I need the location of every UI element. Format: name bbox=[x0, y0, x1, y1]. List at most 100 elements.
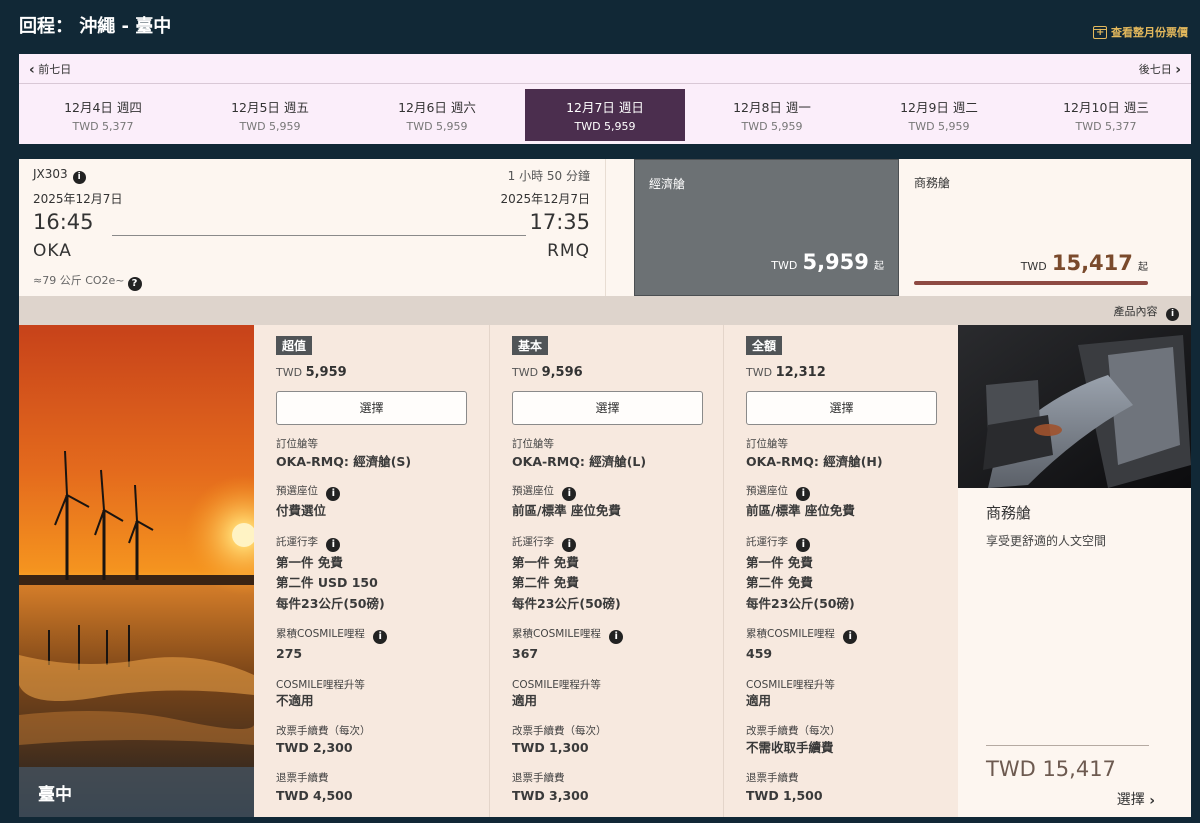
next-week-label: 後七日 bbox=[1138, 63, 1172, 76]
arrival-airport: RMQ bbox=[547, 241, 590, 261]
upgrade-label: COSMILE哩程升等 bbox=[276, 679, 365, 691]
product-info-link[interactable]: 產品內容 i bbox=[1113, 303, 1179, 321]
question-icon[interactable]: ? bbox=[127, 277, 142, 291]
price-amount: 5,959 bbox=[802, 250, 869, 274]
economy-cabin-option[interactable]: 經濟艙 TWD 5,959 起 bbox=[634, 159, 899, 296]
miles-value: 275 bbox=[276, 646, 303, 661]
info-icon[interactable]: i bbox=[796, 538, 811, 552]
business-seat-image bbox=[958, 325, 1191, 488]
fare-column-super-value: 超值 TWD 5,959 選擇 訂位艙等 OKA-RMQ: 經濟艙(S) 預選座… bbox=[254, 325, 489, 817]
date-label: 12月7日 週日 bbox=[566, 100, 644, 115]
arrival-date: 2025年12月7日 bbox=[500, 192, 590, 206]
business-select-link[interactable]: 選擇 › bbox=[1117, 789, 1155, 809]
business-seat-picture bbox=[958, 325, 1191, 488]
date-tab[interactable]: 12月10日 週三 TWD 5,377 bbox=[1026, 89, 1186, 141]
monthly-fares-link[interactable]: 查看整月份票價 bbox=[1093, 24, 1188, 40]
prev-week-button[interactable]: ‹ 前七日 bbox=[29, 61, 71, 78]
date-price: TWD 5,959 bbox=[908, 120, 970, 133]
change-fee-value: TWD 2,300 bbox=[276, 740, 353, 755]
baggage-second: 第二件 免費 bbox=[512, 575, 579, 590]
date-tab[interactable]: 12月4日 週四 TWD 5,377 bbox=[23, 89, 183, 141]
upgrade-label: COSMILE哩程升等 bbox=[512, 679, 601, 691]
miles-label: 累積COSMILE哩程 i bbox=[276, 626, 388, 644]
monthly-fares-label: 查看整月份票價 bbox=[1111, 26, 1188, 39]
fare-price: TWD 12,312 bbox=[746, 365, 826, 380]
date-label: 12月6日 週六 bbox=[398, 100, 476, 115]
baggage-label: 託運行李 i bbox=[746, 534, 811, 552]
baggage-allowance: 每件23公斤(50磅) bbox=[746, 596, 855, 611]
seat-value: 前區/標準 座位免費 bbox=[746, 503, 855, 518]
divider bbox=[986, 745, 1149, 746]
info-icon[interactable]: i bbox=[72, 171, 86, 184]
date-tab[interactable]: 12月5日 週五 TWD 5,959 bbox=[190, 89, 350, 141]
select-fare-button[interactable]: 選擇 bbox=[746, 391, 937, 425]
seat-label-text: 預選座位 bbox=[512, 485, 554, 497]
business-promo-price: TWD 15,417 bbox=[986, 757, 1116, 781]
refund-fee-label: 退票手續費 bbox=[276, 772, 329, 784]
booking-class-label: 訂位艙等 bbox=[276, 438, 318, 450]
price-amount: 12,312 bbox=[775, 365, 826, 380]
info-icon[interactable]: i bbox=[796, 487, 811, 501]
date-price: TWD 5,377 bbox=[1075, 120, 1137, 133]
refund-fee-value: TWD 1,500 bbox=[746, 788, 823, 803]
booking-class-label: 訂位艙等 bbox=[746, 438, 788, 450]
seat-label: 預選座位 i bbox=[746, 483, 811, 501]
info-icon[interactable]: i bbox=[562, 487, 577, 501]
info-icon[interactable]: i bbox=[326, 487, 341, 501]
date-label: 12月9日 週二 bbox=[900, 100, 978, 115]
top-bar: 回程： 沖繩 - 臺中 查看整月份票價 bbox=[0, 0, 1200, 54]
select-fare-button[interactable]: 選擇 bbox=[512, 391, 703, 425]
date-tab[interactable]: 12月6日 週六 TWD 5,959 bbox=[357, 89, 517, 141]
date-tab[interactable]: 12月8日 週一 TWD 5,959 bbox=[692, 89, 852, 141]
refund-fee-label: 退票手續費 bbox=[512, 772, 565, 784]
booking-class-value: OKA-RMQ: 經濟艙(H) bbox=[746, 454, 883, 469]
baggage-second: 第二件 免費 bbox=[746, 575, 813, 590]
seat-value: 前區/標準 座位免費 bbox=[512, 503, 621, 518]
currency: TWD bbox=[512, 366, 539, 379]
date-price: TWD 5,959 bbox=[406, 120, 468, 133]
miles-value: 459 bbox=[746, 646, 773, 661]
next-week-button[interactable]: 後七日 › bbox=[1139, 61, 1181, 78]
business-select-label: 選擇 bbox=[1116, 792, 1145, 808]
baggage-first: 第一件 免費 bbox=[746, 555, 813, 570]
info-icon[interactable]: i bbox=[562, 538, 577, 552]
business-cabin-option[interactable]: 商務艙 TWD 15,417 起 bbox=[899, 159, 1191, 296]
miles-label: 累積COSMILE哩程 i bbox=[746, 626, 858, 644]
date-label: 12月5日 週五 bbox=[231, 100, 309, 115]
chevron-right-icon: › bbox=[1149, 793, 1155, 809]
business-cabin-price: TWD 15,417 起 bbox=[1021, 251, 1148, 275]
fare-column-full: 全額 TWD 12,312 選擇 訂位艙等 OKA-RMQ: 經濟艙(H) 預選… bbox=[723, 325, 958, 817]
price-amount: 5,959 bbox=[305, 365, 347, 380]
date-tab[interactable]: 12月9日 週二 TWD 5,959 bbox=[859, 89, 1019, 141]
info-icon[interactable]: i bbox=[373, 630, 388, 644]
route-line bbox=[112, 235, 526, 236]
baggage-allowance: 每件23公斤(50磅) bbox=[512, 596, 621, 611]
arrival-time: 17:35 bbox=[529, 210, 590, 234]
info-icon[interactable]: i bbox=[843, 630, 858, 644]
fare-name-tag: 基本 bbox=[512, 336, 549, 355]
chevron-right-icon: › bbox=[1175, 62, 1181, 78]
departure-airport: OKA bbox=[33, 241, 72, 261]
business-promo-title: 商務艙 bbox=[986, 504, 1032, 522]
miles-label-text: 累積COSMILE哩程 bbox=[276, 628, 365, 640]
currency: TWD bbox=[746, 366, 773, 379]
miles-label-text: 累積COSMILE哩程 bbox=[746, 628, 835, 640]
info-icon[interactable]: i bbox=[326, 538, 341, 552]
business-class-promo: 商務艙 享受更舒適的人文空間 TWD 15,417 選擇 › bbox=[958, 325, 1191, 817]
price-amount: 9,596 bbox=[541, 365, 583, 380]
prev-week-label: 前七日 bbox=[38, 63, 72, 76]
date-tab-selected[interactable]: 12月7日 週日 TWD 5,959 bbox=[525, 89, 685, 141]
product-info-label: 產品內容 bbox=[1113, 305, 1158, 318]
info-icon[interactable]: i bbox=[609, 630, 624, 644]
refund-fee-value: TWD 3,300 bbox=[512, 788, 589, 803]
select-fare-button[interactable]: 選擇 bbox=[276, 391, 467, 425]
baggage-label: 託運行李 i bbox=[276, 534, 341, 552]
change-fee-label: 改票手續費（每次） bbox=[746, 725, 841, 737]
seat-value: 付費選位 bbox=[276, 503, 327, 518]
seat-label-text: 預選座位 bbox=[746, 485, 788, 497]
currency: TWD bbox=[771, 259, 798, 272]
price-suffix: 起 bbox=[874, 261, 884, 272]
upgrade-value: 不適用 bbox=[276, 693, 314, 708]
calendar-plus-icon bbox=[1093, 25, 1107, 39]
flight-number: JX303 i bbox=[33, 167, 86, 184]
